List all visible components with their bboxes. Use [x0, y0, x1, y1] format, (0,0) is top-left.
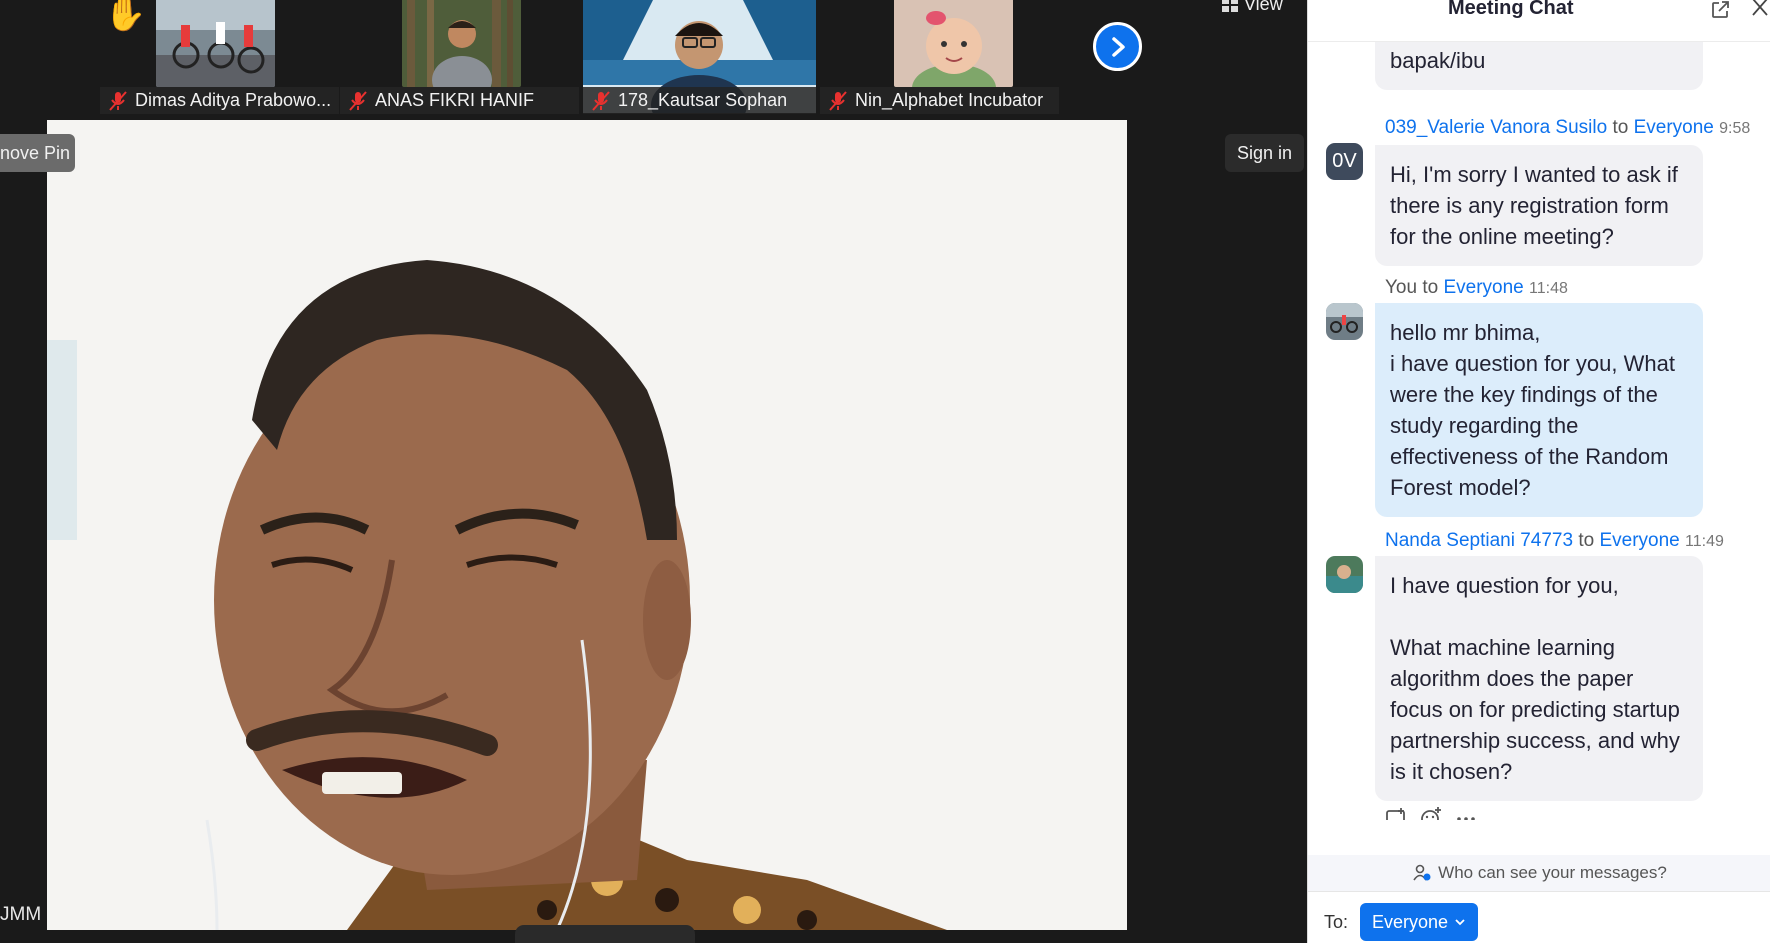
remove-pin-button[interactable]: nove Pin — [0, 134, 75, 172]
message-meta: 039_Valerie Vanora Susilo to Everyone 9:… — [1385, 117, 1750, 139]
participant-name-bar: Nin_Alphabet Incubator — [820, 87, 1059, 114]
sender-name: You — [1385, 277, 1418, 298]
raised-hand-icon: ✋ — [104, 0, 147, 33]
chevron-right-icon — [1111, 36, 1125, 57]
participant-name: Dimas Aditya Prabowo... — [135, 90, 332, 110]
message-time: 9:58 — [1719, 120, 1751, 137]
message-text: Hi, I'm sorry I wanted to ask if there i… — [1390, 162, 1678, 249]
to-label: to — [1422, 277, 1439, 298]
participant-name-bar: 178_Kautsar Sophan — [583, 87, 816, 114]
to-label: to — [1578, 530, 1595, 551]
participant-video — [402, 0, 521, 87]
message-list[interactable]: Boleh dishare lagi linknya bapak/ibu 039… — [1308, 0, 1770, 820]
to-label: to — [1612, 117, 1629, 138]
chat-panel: Boleh dishare lagi linknya bapak/ibu 039… — [1307, 0, 1770, 943]
muted-mic-icon — [349, 90, 367, 111]
participant-label: JMM — [0, 904, 42, 925]
muted-mic-icon — [109, 90, 127, 111]
muted-mic-icon — [592, 90, 610, 111]
participant-name: ANAS FIKRI HANIF — [375, 90, 535, 110]
avatar: 0V — [1326, 143, 1363, 180]
add-reaction-icon[interactable] — [1419, 806, 1443, 820]
to-label: To: — [1324, 912, 1349, 932]
chat-title: Meeting Chat — [1448, 0, 1574, 19]
participant-tile[interactable]: 178_Kautsar Sophan — [580, 0, 819, 114]
participant-tile[interactable]: Nin_Alphabet Incubator — [820, 0, 1059, 114]
sender-name[interactable]: Nanda Septiani 74773 — [1385, 530, 1573, 551]
message-time: 11:48 — [1529, 280, 1568, 297]
sign-in-label: Sign in — [1237, 142, 1293, 163]
recipient-row: To: Everyone — [1308, 891, 1770, 943]
popout-icon[interactable] — [1710, 0, 1730, 20]
participant-name-bar: Dimas Aditya Prabowo... — [100, 87, 339, 114]
recipient-name[interactable]: Everyone — [1443, 277, 1523, 298]
chevron-down-icon — [1455, 919, 1465, 926]
chat-message[interactable]: I have question for you, What machine le… — [1375, 556, 1703, 801]
recipient-name[interactable]: Everyone — [1599, 530, 1679, 551]
more-options-icon[interactable] — [1454, 806, 1478, 820]
next-page-button[interactable] — [1093, 22, 1142, 71]
participant-name: Nin_Alphabet Incubator — [855, 90, 1044, 110]
message-meta: Nanda Septiani 74773 to Everyone 11:49 — [1385, 530, 1724, 552]
user-info-icon — [1413, 864, 1431, 881]
remove-pin-label: nove Pin — [0, 142, 71, 163]
recipient-name[interactable]: Everyone — [1634, 117, 1714, 138]
active-speaker-video — [47, 120, 1127, 930]
participant-name-bar: ANAS FIKRI HANIF — [340, 87, 579, 114]
recipient-value: Everyone — [1372, 911, 1449, 932]
sign-in-button[interactable]: Sign in — [1225, 134, 1305, 172]
message-visibility-info[interactable]: Who can see your messages? — [1308, 855, 1770, 891]
chat-header: Meeting Chat — [1308, 0, 1770, 42]
view-label: View — [1244, 0, 1283, 14]
chat-message[interactable]: hello mr bhima, i have question for you,… — [1375, 303, 1703, 517]
participant-name: 178_Kautsar Sophan — [618, 90, 788, 110]
message-text: hello mr bhima, i have question for you,… — [1390, 320, 1675, 500]
avatar — [1326, 556, 1363, 593]
grid-icon — [1222, 0, 1238, 12]
recipient-dropdown[interactable]: Everyone — [1360, 903, 1479, 941]
participant-video — [156, 0, 275, 87]
close-icon[interactable] — [1750, 0, 1770, 20]
visibility-text: Who can see your messages? — [1438, 863, 1667, 882]
muted-mic-icon — [829, 90, 847, 111]
avatar — [1326, 303, 1363, 340]
video-area: Dimas Aditya Prabowo... ✋ ANAS FIKRI HAN… — [0, 0, 1307, 943]
reply-thread-icon[interactable] — [1385, 806, 1409, 820]
speaker-image — [47, 120, 1127, 930]
toolbar-handle[interactable] — [515, 925, 695, 943]
message-time: 11:49 — [1685, 533, 1724, 550]
participant-video — [894, 0, 1013, 87]
sender-name[interactable]: 039_Valerie Vanora Susilo — [1385, 117, 1607, 138]
message-meta: You to Everyone 11:48 — [1385, 277, 1568, 299]
chat-message[interactable]: Hi, I'm sorry I wanted to ask if there i… — [1375, 145, 1703, 266]
message-text: I have question for you, What machine le… — [1390, 573, 1680, 784]
view-button[interactable]: View — [1222, 0, 1283, 15]
participant-tile[interactable]: ANAS FIKRI HANIF — [340, 0, 579, 114]
